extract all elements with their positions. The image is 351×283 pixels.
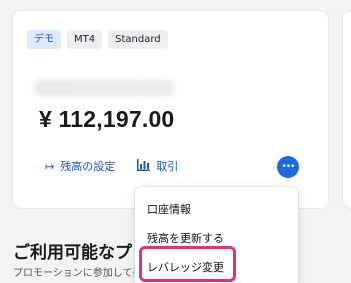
more-options-button[interactable]: ••• xyxy=(277,156,299,178)
menu-item-account-info[interactable]: 口座情報 xyxy=(147,201,191,217)
account-actions: ↦ 残高の設定 取引 xyxy=(45,158,178,174)
account-balance: ¥ 112,197.00 xyxy=(39,106,175,132)
demo-badge: デモ xyxy=(27,30,61,49)
trade-label: 取引 xyxy=(156,160,179,173)
next-account-card xyxy=(343,11,351,208)
account-badges: デモ MT4 Standard xyxy=(27,30,168,58)
account-name-redacted xyxy=(35,79,175,97)
balance-settings-button[interactable]: ↦ 残高の設定 xyxy=(45,158,115,174)
account-card: デモ MT4 Standard ¥ 112,197.00 ↦ 残高の設定 取引 … xyxy=(13,11,328,208)
trade-button[interactable]: 取引 xyxy=(137,158,178,174)
account-type-badge: Standard xyxy=(108,30,168,49)
balance-settings-label: 残高の設定 xyxy=(60,160,116,173)
arrow-right-bar-icon: ↦ xyxy=(45,159,55,173)
menu-item-refresh-balance[interactable]: 残高を更新する xyxy=(147,230,224,246)
platform-badge: MT4 xyxy=(67,30,103,49)
chart-bars-icon xyxy=(137,158,151,174)
leverage-highlight-box xyxy=(139,246,236,282)
available-promotions-title: ご利用可能なプ xyxy=(13,243,132,263)
available-promotions-subtitle: プロモーションに参加して豪言 xyxy=(13,268,153,279)
